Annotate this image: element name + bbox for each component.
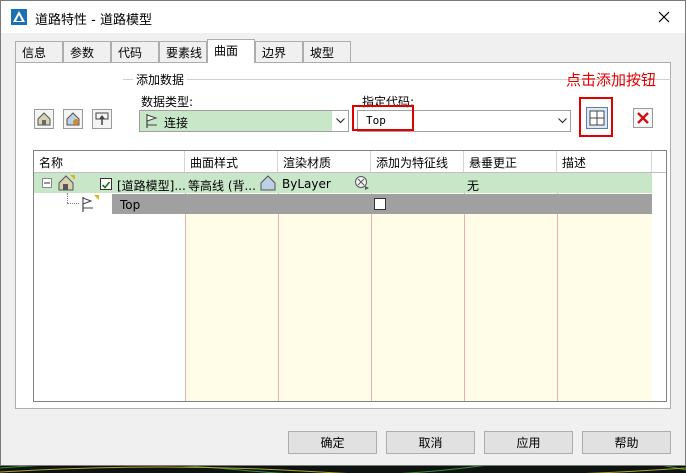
row-render-material: ByLayer [282,177,331,191]
add-button-highlight-box [579,97,613,137]
add-as-breakline-checkbox[interactable] [374,198,386,210]
surface-style-button[interactable] [63,109,83,129]
surface-style-icon [66,112,80,126]
tab-boundaries[interactable]: 边界 [255,41,303,62]
remove-button[interactable] [633,108,653,128]
link-flag-icon [146,114,158,128]
tab-info[interactable]: 信息 [15,41,63,62]
surface-create-icon [37,112,51,126]
material-picker-icon[interactable] [354,175,370,191]
window-title: 道路特性 - 道路模型 [35,13,152,28]
col-header-add-as-breakline[interactable]: 添加为特征线 [371,151,464,172]
tab-surfaces[interactable]: 曲面 [207,39,255,63]
pick-corridor-button[interactable] [92,109,112,129]
surface-checkbox[interactable] [100,178,112,190]
cancel-button[interactable]: 取消 [386,431,475,454]
tab-codes[interactable]: 代码 [111,41,159,62]
data-type-label: 数据类型: [141,95,194,109]
tab-parameters[interactable]: 参数 [63,41,111,62]
surface-house-icon [58,175,75,191]
annotation-click-add: 点击添加按钮 [566,71,657,89]
help-button[interactable]: 帮助 [582,431,671,454]
code-highlight-box [352,105,414,131]
col-header-surface-style[interactable]: 曲面样式 [185,151,278,172]
link-flag-icon [82,195,99,212]
data-type-value: 连接 [164,116,189,130]
tab-slope-patterns[interactable]: 坡型 [303,41,351,62]
row-surface-style: 等高线 (背... [188,179,256,193]
collapse-icon[interactable] [42,178,52,188]
apply-button[interactable]: 应用 [484,431,573,454]
style-picker-icon[interactable] [260,175,276,191]
create-surface-button[interactable] [34,109,54,129]
surfaces-table: 名称 曲面样式 渲染材质 添加为特征线 悬垂更正 描述 [道路模型]... 等高… [33,150,667,402]
civil3d-app-icon [11,9,27,25]
col-header-render-material[interactable]: 渲染材质 [278,151,371,172]
close-icon[interactable] [651,4,677,30]
data-type-combo[interactable]: 连接 [139,110,349,132]
chevron-down-icon [335,118,345,124]
col-header-description[interactable]: 描述 [557,151,652,172]
row-name: [道路模型]... [117,179,186,193]
pick-corridor-icon [95,112,109,125]
code-dropdown-arrow[interactable] [554,111,570,131]
data-type-dropdown-arrow[interactable] [332,111,348,131]
tab-feature-lines[interactable]: 要素线 [159,41,207,62]
title-bar: 道路特性 - 道路模型 [1,1,685,33]
delete-x-icon [636,111,650,125]
add-data-group-title: 添加数据 [133,71,188,88]
ok-button[interactable]: 确定 [288,431,377,454]
road-properties-dialog: 道路特性 - 道路模型 信息 参数 代码 要素线 曲面 边界 坡型 添加数据 数… [0,0,686,466]
col-header-name[interactable]: 名称 [34,151,185,172]
row-overhang: 无 [467,179,480,193]
check-icon [101,181,111,189]
row-name: Top [120,198,141,212]
chevron-down-icon [557,118,567,124]
col-header-overhang-correction[interactable]: 悬垂更正 [464,151,557,172]
